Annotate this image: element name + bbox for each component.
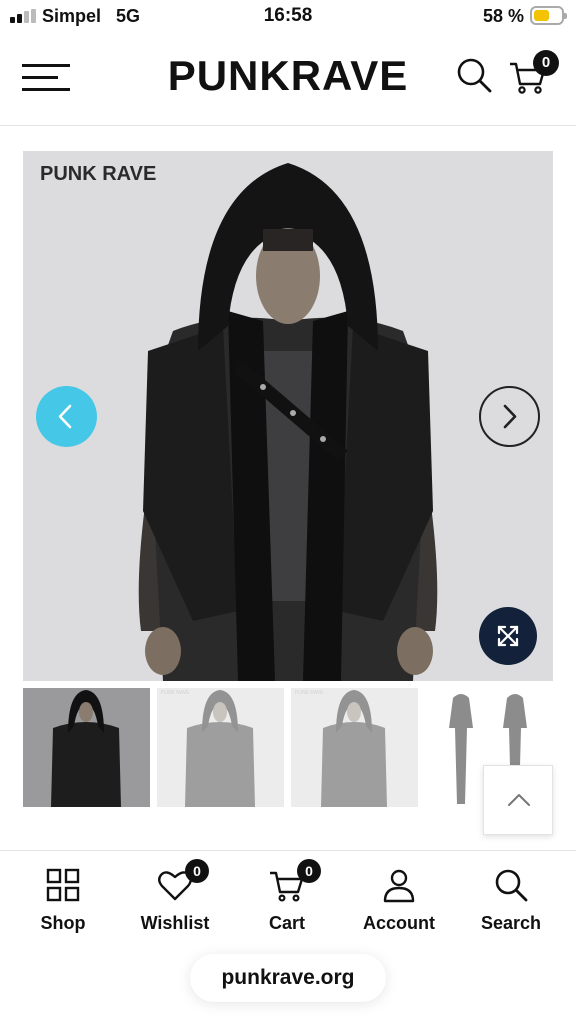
battery-icon <box>530 6 567 25</box>
nav-label: Search <box>480 913 542 933</box>
nav-label: Account <box>363 913 435 933</box>
back-to-top-button[interactable] <box>483 765 553 835</box>
nav-label: Cart <box>268 913 305 933</box>
chevron-up-icon <box>508 794 530 806</box>
nav-account[interactable]: Account <box>343 863 455 943</box>
thumbnail-watermark: PUNK RAVE <box>161 690 190 696</box>
thumbnail-photo <box>185 690 255 807</box>
product-main-image[interactable]: PUNK RAVE <box>23 151 553 681</box>
search-icon[interactable] <box>455 56 493 94</box>
chevron-left-icon <box>58 404 72 429</box>
battery-percent: 58 % <box>482 6 524 26</box>
brand-watermark: PUNK RAVE <box>40 163 157 185</box>
prev-image-button[interactable] <box>36 386 97 447</box>
nav-search[interactable]: Search <box>455 863 567 943</box>
thumbnail-photo <box>321 690 387 807</box>
grid-icon <box>46 868 80 902</box>
expand-icon <box>497 625 519 647</box>
nav-cart[interactable]: 0 Cart <box>231 859 343 943</box>
cart-count-badge: 0 <box>533 50 559 76</box>
product-photo <box>138 163 438 681</box>
cart-count-badge: 0 <box>297 859 321 883</box>
nav-wishlist[interactable]: 0 Wishlist <box>119 859 231 943</box>
wishlist-count-badge: 0 <box>185 859 209 883</box>
status-bar: Simpel 5G 16:58 58 % <box>0 0 576 34</box>
zoom-button[interactable] <box>479 607 537 665</box>
next-image-button[interactable] <box>479 386 540 447</box>
nav-label: Shop <box>40 913 86 933</box>
thumbnail-photo <box>23 688 150 807</box>
nav-shop[interactable]: Shop <box>7 863 119 943</box>
search-icon <box>495 869 528 902</box>
site-header: PUNKRAVE 0 <box>0 34 576 126</box>
chevron-right-icon <box>503 404 517 429</box>
thumbnail-3[interactable]: PUNK RAVE <box>291 688 418 807</box>
thumbnail-watermark: PUNK RAVE <box>295 690 324 696</box>
nav-label: Wishlist <box>140 913 210 933</box>
thumbnail-2[interactable]: PUNK RAVE <box>157 688 284 807</box>
browser-url-bar[interactable]: punkrave.org <box>190 954 386 1002</box>
thumbnail-1[interactable] <box>23 688 150 807</box>
user-icon <box>383 869 415 903</box>
